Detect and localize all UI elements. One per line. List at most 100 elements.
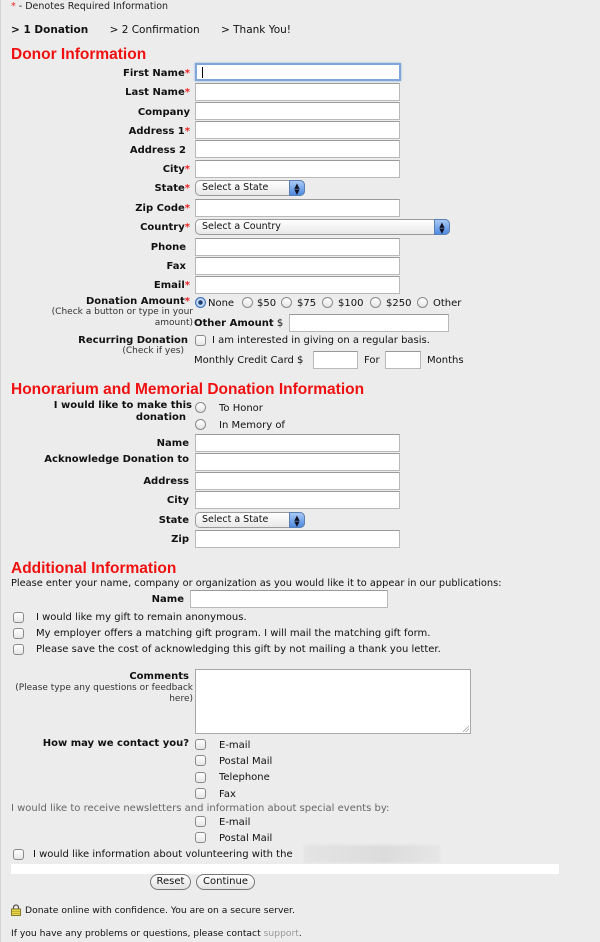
contact-telephone-label: Telephone — [219, 772, 270, 783]
fax-label: Fax — [166, 261, 186, 272]
contact-postal-label: Postal Mail — [219, 756, 273, 767]
honor-state-label: State — [158, 515, 189, 526]
state-select[interactable]: Select a State ▲ ▼ — [195, 180, 305, 196]
country-select[interactable]: Select a Country ▲ ▼ — [195, 219, 450, 235]
contact-fax-checkbox[interactable] — [195, 788, 206, 799]
help-text: If you have any problems or questions, p… — [11, 928, 302, 939]
additional-information-title: Additional Information — [11, 560, 177, 577]
select-arrows-icon: ▲ ▼ — [289, 512, 305, 528]
volunteer-checkbox[interactable] — [13, 849, 24, 860]
amount-100-radio[interactable] — [322, 297, 333, 308]
months-label: Months — [427, 355, 464, 366]
publication-name-input[interactable] — [190, 590, 388, 608]
acknowledge-label: Acknowledge Donation to — [44, 454, 189, 465]
newsletter-postal-checkbox[interactable] — [195, 832, 206, 843]
months-input[interactable] — [385, 351, 421, 369]
last-name-label: Last Name* — [125, 87, 190, 98]
recurring-checkbox-label: I am interested in giving on a regular b… — [212, 335, 430, 346]
divider-bar — [11, 864, 559, 874]
in-memory-radio[interactable] — [195, 419, 206, 430]
contact-fax-label: Fax — [219, 789, 236, 800]
amount-250-label: $250 — [386, 298, 412, 309]
amount-250-radio[interactable] — [370, 297, 381, 308]
to-honor-radio[interactable] — [195, 402, 206, 413]
amount-none-radio[interactable] — [195, 297, 206, 308]
amount-other-radio[interactable] — [417, 297, 428, 308]
comments-textarea[interactable] — [195, 669, 471, 734]
matching-gift-checkbox[interactable] — [13, 628, 24, 639]
honor-address-label: Address — [143, 476, 189, 487]
amount-50-radio[interactable] — [242, 297, 253, 308]
contact-telephone-checkbox[interactable] — [195, 772, 206, 783]
in-memory-label: In Memory of — [219, 420, 285, 431]
select-arrows-icon: ▲ ▼ — [289, 180, 305, 196]
amount-other-label: Other — [433, 298, 462, 309]
address1-input[interactable] — [195, 121, 400, 139]
newsletter-email-label: E-mail — [219, 817, 251, 828]
required-note: * - Denotes Required Information — [11, 1, 169, 12]
anonymous-label: I would like my gift to remain anonymous… — [36, 612, 247, 623]
contact-email-label: E-mail — [219, 740, 251, 751]
amount-50-label: $50 — [257, 298, 277, 309]
honoree-name-label: Name — [156, 438, 189, 449]
fax-input[interactable] — [195, 257, 400, 275]
matching-gift-label: My employer offers a matching gift progr… — [36, 628, 431, 639]
publication-name-intro: Please enter your name, company or organ… — [11, 578, 502, 589]
honoree-name-input[interactable] — [195, 434, 400, 452]
step-donation: > 1 Donation — [11, 24, 89, 36]
honor-address-input[interactable] — [195, 472, 400, 490]
lock-icon — [11, 904, 21, 919]
address2-input[interactable] — [195, 140, 400, 158]
honor-city-input[interactable] — [195, 491, 400, 509]
monthly-amount-input[interactable] — [313, 351, 358, 369]
phone-label: Phone — [150, 242, 186, 253]
email-input[interactable] — [195, 276, 400, 294]
honor-state-select[interactable]: Select a State ▲ ▼ — [195, 512, 305, 528]
select-arrows-icon: ▲ ▼ — [434, 219, 450, 235]
first-name-input[interactable] — [195, 63, 401, 81]
support-link[interactable]: support — [264, 928, 299, 939]
donor-information-title: Donor Information — [11, 46, 147, 63]
amount-100-label: $100 — [338, 298, 364, 309]
donation-amount-hint: (Check a button or type in your amount) — [51, 307, 193, 328]
zip-code-label: Zip Code* — [135, 203, 190, 214]
to-honor-label: To Honor — [219, 403, 263, 414]
amount-75-label: $75 — [297, 298, 317, 309]
comments-hint: (Please type any questions or feedback h… — [15, 683, 193, 704]
honorarium-title: Honorarium and Memorial Donation Informa… — [11, 381, 365, 398]
phone-input[interactable] — [195, 238, 400, 256]
no-thank-you-label: Please save the cost of acknowledging th… — [36, 644, 441, 655]
no-thank-you-checkbox[interactable] — [13, 644, 24, 655]
amount-none-label: None — [208, 298, 235, 309]
honor-zip-label: Zip — [171, 534, 189, 545]
honor-zip-input[interactable] — [195, 530, 400, 548]
city-input[interactable] — [195, 160, 400, 178]
zip-code-input[interactable] — [195, 199, 400, 217]
step-thank-you: > Thank You! — [221, 24, 292, 36]
acknowledge-input[interactable] — [195, 453, 400, 471]
contact-email-checkbox[interactable] — [195, 739, 206, 750]
honor-city-label: City — [166, 495, 189, 506]
reset-button[interactable]: Reset — [150, 874, 191, 890]
recurring-donation-label: Recurring Donation — [78, 335, 188, 346]
other-amount-input[interactable] — [289, 314, 449, 332]
step-breadcrumb: > 1 Donation > 2 Confirmation > Thank Yo… — [11, 24, 309, 36]
make-donation-label-line2: donation — [135, 412, 186, 423]
newsletter-email-checkbox[interactable] — [195, 816, 206, 827]
recurring-checkbox[interactable] — [195, 335, 206, 346]
make-donation-label-line1: I would like to make this — [53, 400, 192, 411]
resize-grip-icon[interactable] — [463, 726, 469, 732]
publication-name-label: Name — [151, 594, 184, 605]
country-label: Country* — [140, 222, 190, 233]
first-name-label: First Name* — [123, 68, 190, 79]
continue-button[interactable]: Continue — [196, 874, 255, 890]
comments-label: Comments — [129, 671, 189, 682]
address2-label: Address 2 — [129, 145, 186, 156]
monthly-credit-card-label: Monthly Credit Card $ — [194, 355, 304, 366]
newsletter-postal-label: Postal Mail — [219, 833, 273, 844]
contact-postal-checkbox[interactable] — [195, 755, 206, 766]
company-input[interactable] — [195, 102, 400, 120]
amount-75-radio[interactable] — [281, 297, 292, 308]
last-name-input[interactable] — [195, 83, 400, 101]
anonymous-checkbox[interactable] — [13, 612, 24, 623]
